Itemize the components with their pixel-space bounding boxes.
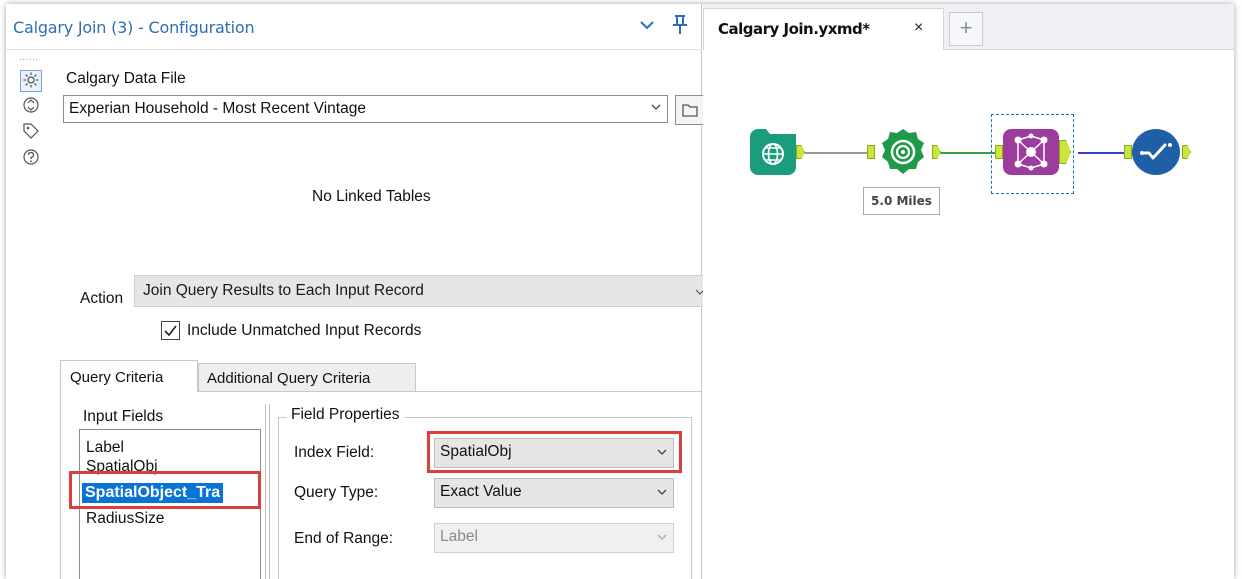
- highlight-index-field: [427, 431, 682, 473]
- include-unmatched-checkbox[interactable]: [161, 321, 180, 340]
- input-anchor[interactable]: [867, 145, 875, 159]
- configuration-header: Calgary Join (3) - Configuration: [6, 4, 702, 50]
- input-anchor[interactable]: [1124, 145, 1132, 159]
- tag-icon[interactable]: [20, 122, 42, 144]
- radius-annotation: 5.0 Miles: [863, 187, 940, 215]
- target-icon: [882, 129, 924, 174]
- gear-icon[interactable]: [20, 70, 42, 92]
- action-label: Action: [80, 290, 124, 307]
- help-icon[interactable]: [20, 148, 42, 170]
- data-file-label: Calgary Data File: [66, 70, 186, 87]
- tab-query-criteria[interactable]: Query Criteria: [60, 360, 198, 392]
- app-window: Calgary Join (3) - Configuration ...... …: [6, 4, 1234, 579]
- splitter-handle[interactable]: [265, 404, 270, 579]
- trade-area-tool[interactable]: [875, 129, 932, 175]
- no-linked-tables-text: No Linked Tables: [312, 188, 431, 205]
- end-of-range-label: End of Range:: [294, 530, 394, 547]
- close-icon[interactable]: ×: [914, 19, 923, 37]
- query-type-dropdown[interactable]: Exact Value: [434, 478, 674, 508]
- field-properties-title: Field Properties: [287, 406, 404, 424]
- data-file-dropdown[interactable]: Experian Household - Most Recent Vintage: [63, 95, 668, 123]
- end-of-range-value: Label: [440, 528, 478, 545]
- list-item-label[interactable]: Label: [86, 439, 124, 457]
- input-anchor[interactable]: [995, 145, 1003, 159]
- pin-icon[interactable]: [670, 14, 692, 36]
- chevron-down-icon: [657, 489, 667, 495]
- document-tab-label: Calgary Join.yxmd*: [718, 20, 870, 38]
- browse-folder-button[interactable]: [675, 95, 705, 125]
- chevron-down-icon[interactable]: [638, 16, 658, 36]
- checkmark-icon: [164, 325, 177, 337]
- connection-tradearea-to-join: [940, 152, 996, 154]
- new-tab-button[interactable]: +: [949, 12, 983, 46]
- query-type-label: Query Type:: [294, 484, 379, 501]
- index-field-label: Index Field:: [294, 444, 375, 461]
- action-value: Join Query Results to Each Input Record: [143, 282, 424, 299]
- include-unmatched-label: Include Unmatched Input Records: [187, 322, 422, 339]
- arrows-icon[interactable]: [20, 96, 42, 118]
- configuration-pane: Calgary Join (3) - Configuration ...... …: [6, 4, 714, 579]
- input-fields-label: Input Fields: [83, 408, 164, 425]
- action-dropdown[interactable]: Join Query Results to Each Input Record: [134, 275, 714, 307]
- list-item-radiussize[interactable]: RadiusSize: [86, 510, 164, 528]
- configuration-title: Calgary Join (3) - Configuration: [13, 18, 255, 37]
- calgary-join-tool[interactable]: [1003, 129, 1059, 175]
- highlight-selected-field: [69, 471, 261, 509]
- connection-input-to-tradearea: [798, 152, 868, 154]
- folder-icon: [682, 104, 698, 117]
- chevron-down-icon: [651, 104, 661, 110]
- drag-grip[interactable]: ......: [19, 53, 39, 63]
- end-of-range-dropdown: Label: [434, 523, 674, 553]
- data-file-value: Experian Household - Most Recent Vintage: [69, 100, 366, 117]
- join-network-icon: [1014, 133, 1048, 171]
- browse-tool[interactable]: [1132, 129, 1180, 175]
- chevron-down-icon: [657, 534, 667, 540]
- globe-icon: [750, 129, 796, 165]
- query-type-value: Exact Value: [440, 483, 522, 500]
- tab-additional-query-criteria[interactable]: Additional Query Criteria: [198, 363, 416, 392]
- check-wave-icon: [1140, 143, 1172, 160]
- input-data-tool[interactable]: [750, 129, 796, 175]
